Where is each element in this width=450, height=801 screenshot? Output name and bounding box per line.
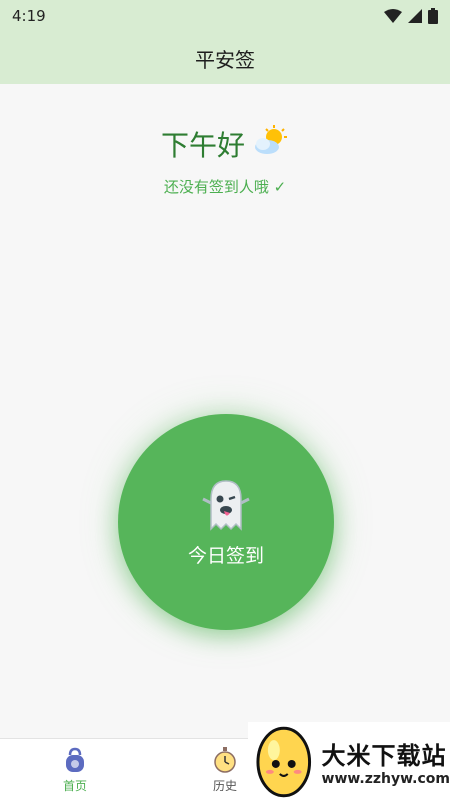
signal-icon bbox=[408, 9, 422, 23]
watermark-title: 大米下载站 bbox=[321, 741, 447, 770]
battery-icon bbox=[428, 8, 438, 24]
page-title: 平安签 bbox=[195, 47, 255, 72]
signin-button-label: 今日签到 bbox=[187, 544, 264, 567]
watermark: 大米下载站 www.zzhyw.com bbox=[248, 722, 450, 800]
egg-mascot-icon bbox=[256, 726, 312, 798]
signin-button[interactable]: 今日签到 bbox=[118, 414, 334, 630]
status-time: 4:19 bbox=[12, 7, 46, 25]
stopwatch-icon bbox=[214, 746, 236, 773]
app-bar: 平安签 bbox=[0, 32, 450, 84]
nav-label-home: 首页 bbox=[62, 778, 87, 793]
ghost-icon bbox=[202, 479, 250, 531]
nav-item-home[interactable]: 首页 bbox=[0, 739, 150, 801]
nav-label-history: 历史 bbox=[212, 778, 237, 793]
greeting-text: 下午好 bbox=[160, 129, 245, 162]
greeting: 下午好 bbox=[0, 124, 450, 164]
kettlebell-icon bbox=[66, 747, 84, 772]
weather-icon bbox=[253, 124, 289, 164]
watermark-url: www.zzhyw.com bbox=[321, 770, 450, 787]
wifi-icon bbox=[384, 9, 402, 23]
status-icons bbox=[384, 8, 438, 24]
signin-status-text: 还没有签到人哦 ✓ bbox=[163, 178, 287, 196]
status-bar: 4:19 bbox=[0, 0, 450, 32]
